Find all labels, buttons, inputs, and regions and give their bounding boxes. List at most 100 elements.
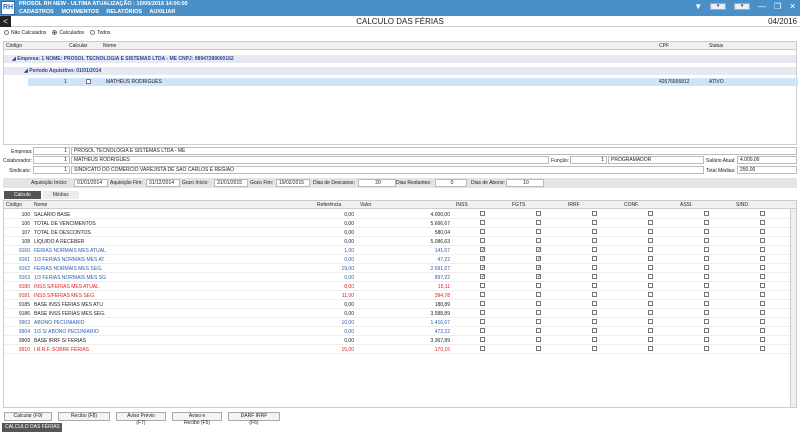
sindicato-code-field[interactable]: 1 bbox=[33, 166, 70, 174]
checkbox[interactable] bbox=[760, 319, 765, 324]
checkbox[interactable] bbox=[704, 274, 709, 279]
filter-not-calculated[interactable]: Não Calculados bbox=[4, 30, 46, 36]
col-fgts[interactable]: FGTS bbox=[512, 202, 525, 208]
table-row[interactable]: 9162 FERIAS NORMAIS MES SEG. 19,00 2.691,67… bbox=[4, 264, 790, 273]
recibo-button[interactable]: Recibo (F8) bbox=[58, 412, 110, 421]
checked-checkbox[interactable]: ✓ bbox=[536, 247, 541, 253]
checkbox[interactable] bbox=[480, 301, 485, 306]
checkbox[interactable] bbox=[480, 346, 485, 351]
menu-movimentos[interactable]: MOVIMENTOS bbox=[61, 9, 99, 15]
table-row[interactable]: 100 SALARIO BASE 0,00 4.000,00 bbox=[4, 210, 790, 219]
checkbox[interactable] bbox=[760, 301, 765, 306]
checked-checkbox[interactable]: ✓ bbox=[536, 274, 541, 280]
checkbox[interactable] bbox=[648, 301, 653, 306]
checkbox[interactable] bbox=[704, 283, 709, 288]
checkbox[interactable] bbox=[760, 247, 765, 252]
checkbox[interactable] bbox=[704, 265, 709, 270]
table-row[interactable]: 9160 FERIAS NORMAIS MES ATUAL 1,00 141,67 ✓ ✓ bbox=[4, 246, 790, 255]
checkbox[interactable] bbox=[592, 247, 597, 252]
col-nome[interactable]: Nome bbox=[103, 43, 116, 49]
aviso-previo-button[interactable]: Aviso Prévio (F7) bbox=[116, 412, 166, 426]
col-valor[interactable]: Valor bbox=[360, 202, 371, 208]
checkbox[interactable] bbox=[536, 319, 541, 324]
checkbox[interactable] bbox=[592, 238, 597, 243]
checkbox[interactable] bbox=[704, 310, 709, 315]
checkbox[interactable] bbox=[592, 256, 597, 261]
checkbox[interactable] bbox=[648, 337, 653, 342]
table-row[interactable]: 9186 BASE INSS FERIAS MES SEG. 0,00 3.588,8… bbox=[4, 309, 790, 318]
vertical-scrollbar[interactable] bbox=[790, 209, 796, 407]
checked-checkbox[interactable]: ✓ bbox=[536, 256, 541, 262]
aquisicao-inicio-field[interactable]: 01/01/2014 bbox=[74, 179, 108, 187]
empresa-name-field[interactable]: PROSOL TECNOLOGIA E SISTEMAS LTDA - ME bbox=[71, 147, 797, 155]
table-row[interactable]: 9903 ABONO PECUNIARIO 10,00 1.416,67 bbox=[4, 318, 790, 327]
table-row[interactable]: 9909 BASE IRRF S/ FERIAS 0,00 3.367,89 bbox=[4, 336, 790, 345]
checkbox[interactable] bbox=[536, 229, 541, 234]
col-assi[interactable]: ASSI. bbox=[680, 202, 693, 208]
col-conf[interactable]: CONF. bbox=[624, 202, 639, 208]
checkbox[interactable] bbox=[704, 238, 709, 243]
col-irrf[interactable]: IRRF bbox=[568, 202, 580, 208]
table-row[interactable]: 9180 INSS S/FERIAS MES ATUAL 8,00 15,11 bbox=[4, 282, 790, 291]
checkbox[interactable] bbox=[536, 211, 541, 216]
checkbox[interactable] bbox=[760, 256, 765, 261]
checkbox[interactable] bbox=[648, 283, 653, 288]
table-row[interactable]: 106 TOTAL DE VENCIMENTOS 0,00 5.666,67 bbox=[4, 219, 790, 228]
checkbox[interactable] bbox=[592, 328, 597, 333]
checkbox[interactable] bbox=[760, 328, 765, 333]
col-codigo[interactable]: Código bbox=[6, 202, 22, 208]
checkbox[interactable] bbox=[704, 319, 709, 324]
checkbox[interactable] bbox=[480, 292, 485, 297]
checkbox[interactable] bbox=[536, 328, 541, 333]
checkbox[interactable] bbox=[480, 220, 485, 225]
checkbox[interactable] bbox=[592, 274, 597, 279]
table-row[interactable]: 107 TOTAL DE DESCONTOS 0,00 580,04 bbox=[4, 228, 790, 237]
table-row[interactable]: 9910 I.R.R.F. SOBRE FERIAS 15,00 170,15 bbox=[4, 345, 790, 354]
checked-checkbox[interactable]: ✓ bbox=[480, 274, 485, 280]
checkbox[interactable] bbox=[704, 229, 709, 234]
group-empresa[interactable]: ◢ Empresa: 1 NOME: PROSOL TECNOLOGIA E S… bbox=[4, 55, 796, 63]
funcao-code-field[interactable]: 1 bbox=[570, 156, 607, 164]
checkbox[interactable] bbox=[704, 256, 709, 261]
checkbox[interactable] bbox=[480, 337, 485, 342]
checkbox[interactable] bbox=[648, 346, 653, 351]
table-row[interactable]: 9161 1/3 FERIAS NORMAIS MES AT 0,00 47,22 ✓ ✓ bbox=[4, 255, 790, 264]
checkbox[interactable] bbox=[760, 211, 765, 216]
table-row[interactable]: 108 LIQUIDO A RECEBER 0,00 5.086,63 bbox=[4, 237, 790, 246]
col-nome[interactable]: Nome bbox=[34, 202, 47, 208]
checkbox[interactable] bbox=[648, 256, 653, 261]
dropdown-1[interactable]: ▾ bbox=[710, 3, 727, 10]
dropdown-2[interactable]: ▾ bbox=[734, 3, 751, 10]
checkbox[interactable] bbox=[648, 211, 653, 216]
dias-abono-field[interactable]: 10 bbox=[506, 179, 544, 187]
col-cpf[interactable]: CPF bbox=[659, 43, 669, 49]
menu-cadastros[interactable]: CADASTROS bbox=[19, 9, 54, 15]
checkbox[interactable] bbox=[592, 265, 597, 270]
checkbox[interactable] bbox=[704, 328, 709, 333]
checkbox[interactable] bbox=[648, 292, 653, 297]
table-row[interactable]: 9185 BASE INSS FERIAS MES ATU 0,00 188,89 bbox=[4, 300, 790, 309]
checkbox[interactable] bbox=[592, 229, 597, 234]
dias-descanso-field[interactable]: 20 bbox=[358, 179, 396, 187]
filter-icon[interactable]: ▼ bbox=[694, 2, 702, 12]
aviso-recibo-button[interactable]: Aviso e Recibo (F5) bbox=[172, 412, 222, 426]
darf-irrf-button[interactable]: DARF IRRF (F6) bbox=[228, 412, 280, 426]
checkbox[interactable] bbox=[648, 310, 653, 315]
checkbox[interactable] bbox=[760, 238, 765, 243]
checkbox[interactable] bbox=[648, 328, 653, 333]
checkbox[interactable] bbox=[592, 319, 597, 324]
filter-all[interactable]: Todos bbox=[90, 30, 110, 36]
checkbox[interactable] bbox=[760, 292, 765, 297]
checkbox[interactable] bbox=[760, 220, 765, 225]
checked-checkbox[interactable]: ✓ bbox=[536, 265, 541, 271]
tab-calculo[interactable]: Calculo bbox=[4, 191, 41, 199]
colaborador-code-field[interactable]: 1 bbox=[33, 156, 70, 164]
colaborador-name-field[interactable]: MATHEUS RODRIGUES bbox=[71, 156, 549, 164]
checkbox[interactable] bbox=[592, 292, 597, 297]
status-tab[interactable]: CALCULO DAS FÉRIAS bbox=[2, 423, 62, 432]
checkbox[interactable] bbox=[760, 274, 765, 279]
checkbox[interactable] bbox=[648, 229, 653, 234]
checkbox[interactable] bbox=[480, 310, 485, 315]
checkbox[interactable] bbox=[704, 211, 709, 216]
checkbox[interactable] bbox=[480, 328, 485, 333]
